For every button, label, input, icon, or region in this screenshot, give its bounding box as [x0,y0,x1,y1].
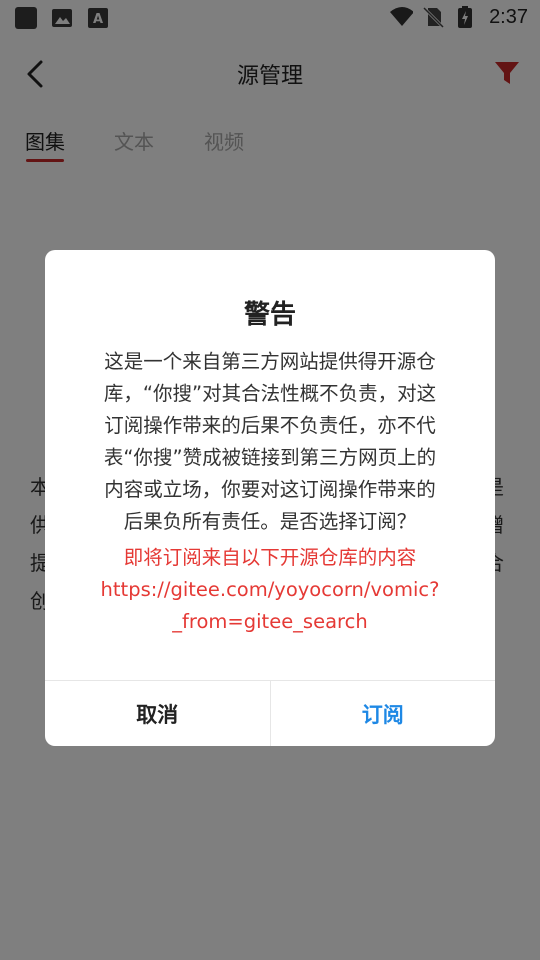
dialog-message-line: 表“你搜”赞成被链接到第三方网页上的 [103,446,437,469]
dialog-actions: 取消 订阅 [45,680,495,746]
dialog-title: 警告 [243,300,296,330]
dialog-message-line: 这是一个来自第三方网站提供得开源仓 [104,350,436,373]
dialog-message-line: 订阅操作带来的后果不负责任，亦不代 [104,414,436,437]
dialog-message-line: 库，“你搜”对其合法性概不负责，对这 [103,382,437,405]
subscription-notice: 即将订阅来自以下开源仓库的内容 https://gitee.com/yoyoco… [65,542,475,638]
subscribe-button[interactable]: 订阅 [271,681,496,746]
repository-url-line: https://gitee.com/yoyocorn/vomic? [100,578,440,601]
cancel-button[interactable]: 取消 [45,681,271,746]
subscription-notice-text: 即将订阅来自以下开源仓库的内容 [123,546,417,569]
warning-dialog: 警告 这是一个来自第三方网站提供得开源仓 库，“你搜”对其合法性概不负责，对这 … [45,250,495,746]
dialog-message: 这是一个来自第三方网站提供得开源仓 库，“你搜”对其合法性概不负责，对这 订阅操… [81,346,459,538]
dialog-message-line: 后果负所有责任。是否选择订阅？ [123,510,417,533]
repository-url-line: _from=gitee_search [172,610,368,633]
dialog-message-line: 内容或立场，你要对这订阅操作带来的 [104,478,436,501]
